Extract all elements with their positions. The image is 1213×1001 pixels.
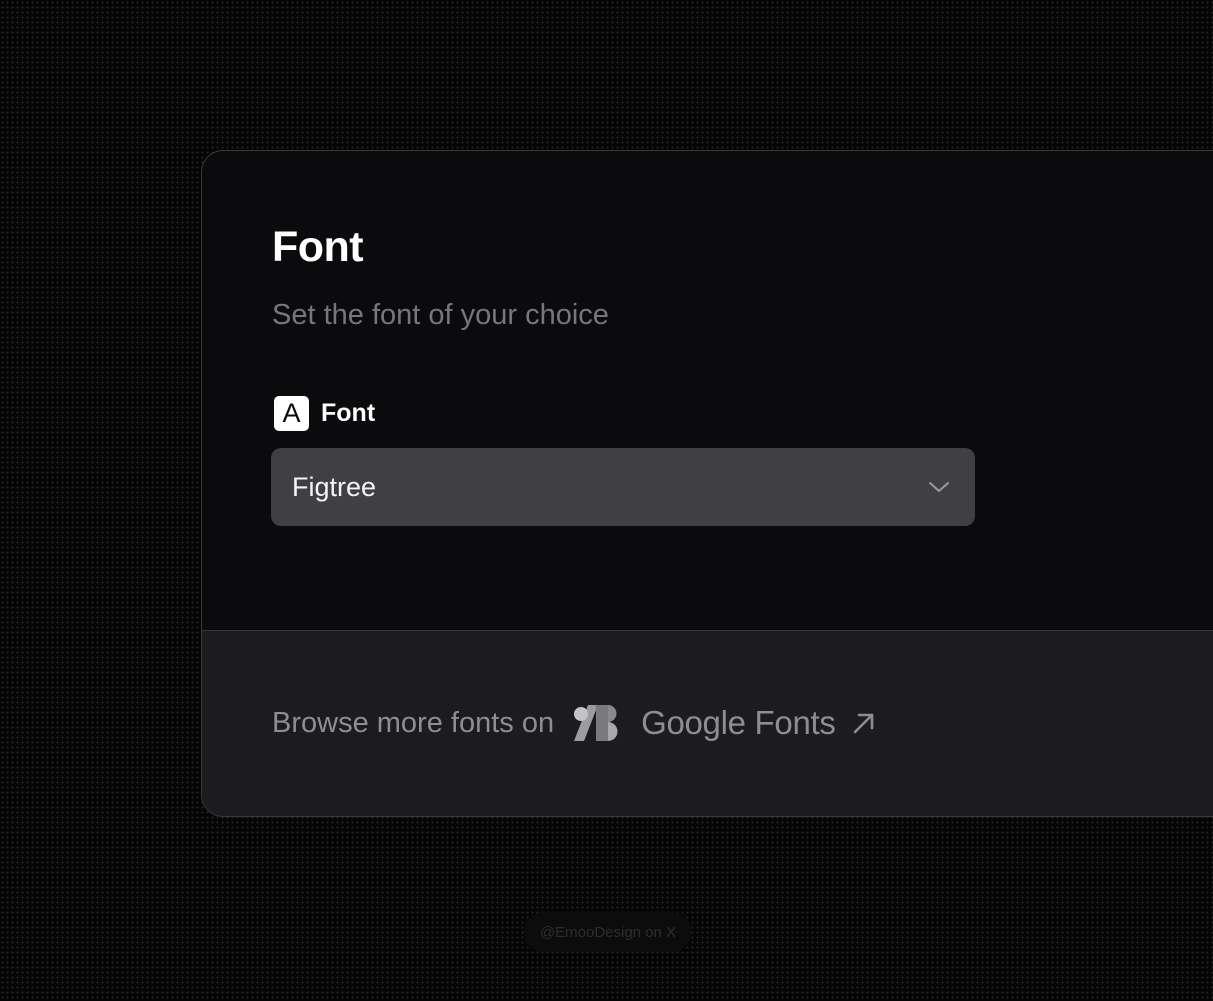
author-credit-badge: @EmooDesign on X [524,912,692,952]
chevron-down-icon [927,480,951,494]
google-fonts-link[interactable]: Browse more fonts on Google Fonts [272,704,878,742]
font-settings-card: Font Set the font of your choice A Font … [201,150,1213,817]
font-field-label: Font [321,399,376,427]
google-fonts-logo-icon [574,705,620,741]
google-fonts-brand-name: Google Fonts [641,704,836,741]
card-title: Font [272,223,364,271]
external-arrow-icon [850,709,878,737]
browse-fonts-text: Browse more fonts on [272,706,555,739]
card-body: Font Set the font of your choice A Font … [202,151,1213,630]
font-select[interactable]: Figtree [271,448,975,526]
font-field-label-row: A Font [274,396,375,431]
font-select-value: Figtree [292,471,377,502]
card-footer: Browse more fonts on Google Fonts [202,630,1213,816]
letter-a-icon: A [274,396,309,431]
card-subtitle: Set the font of your choice [272,299,609,331]
